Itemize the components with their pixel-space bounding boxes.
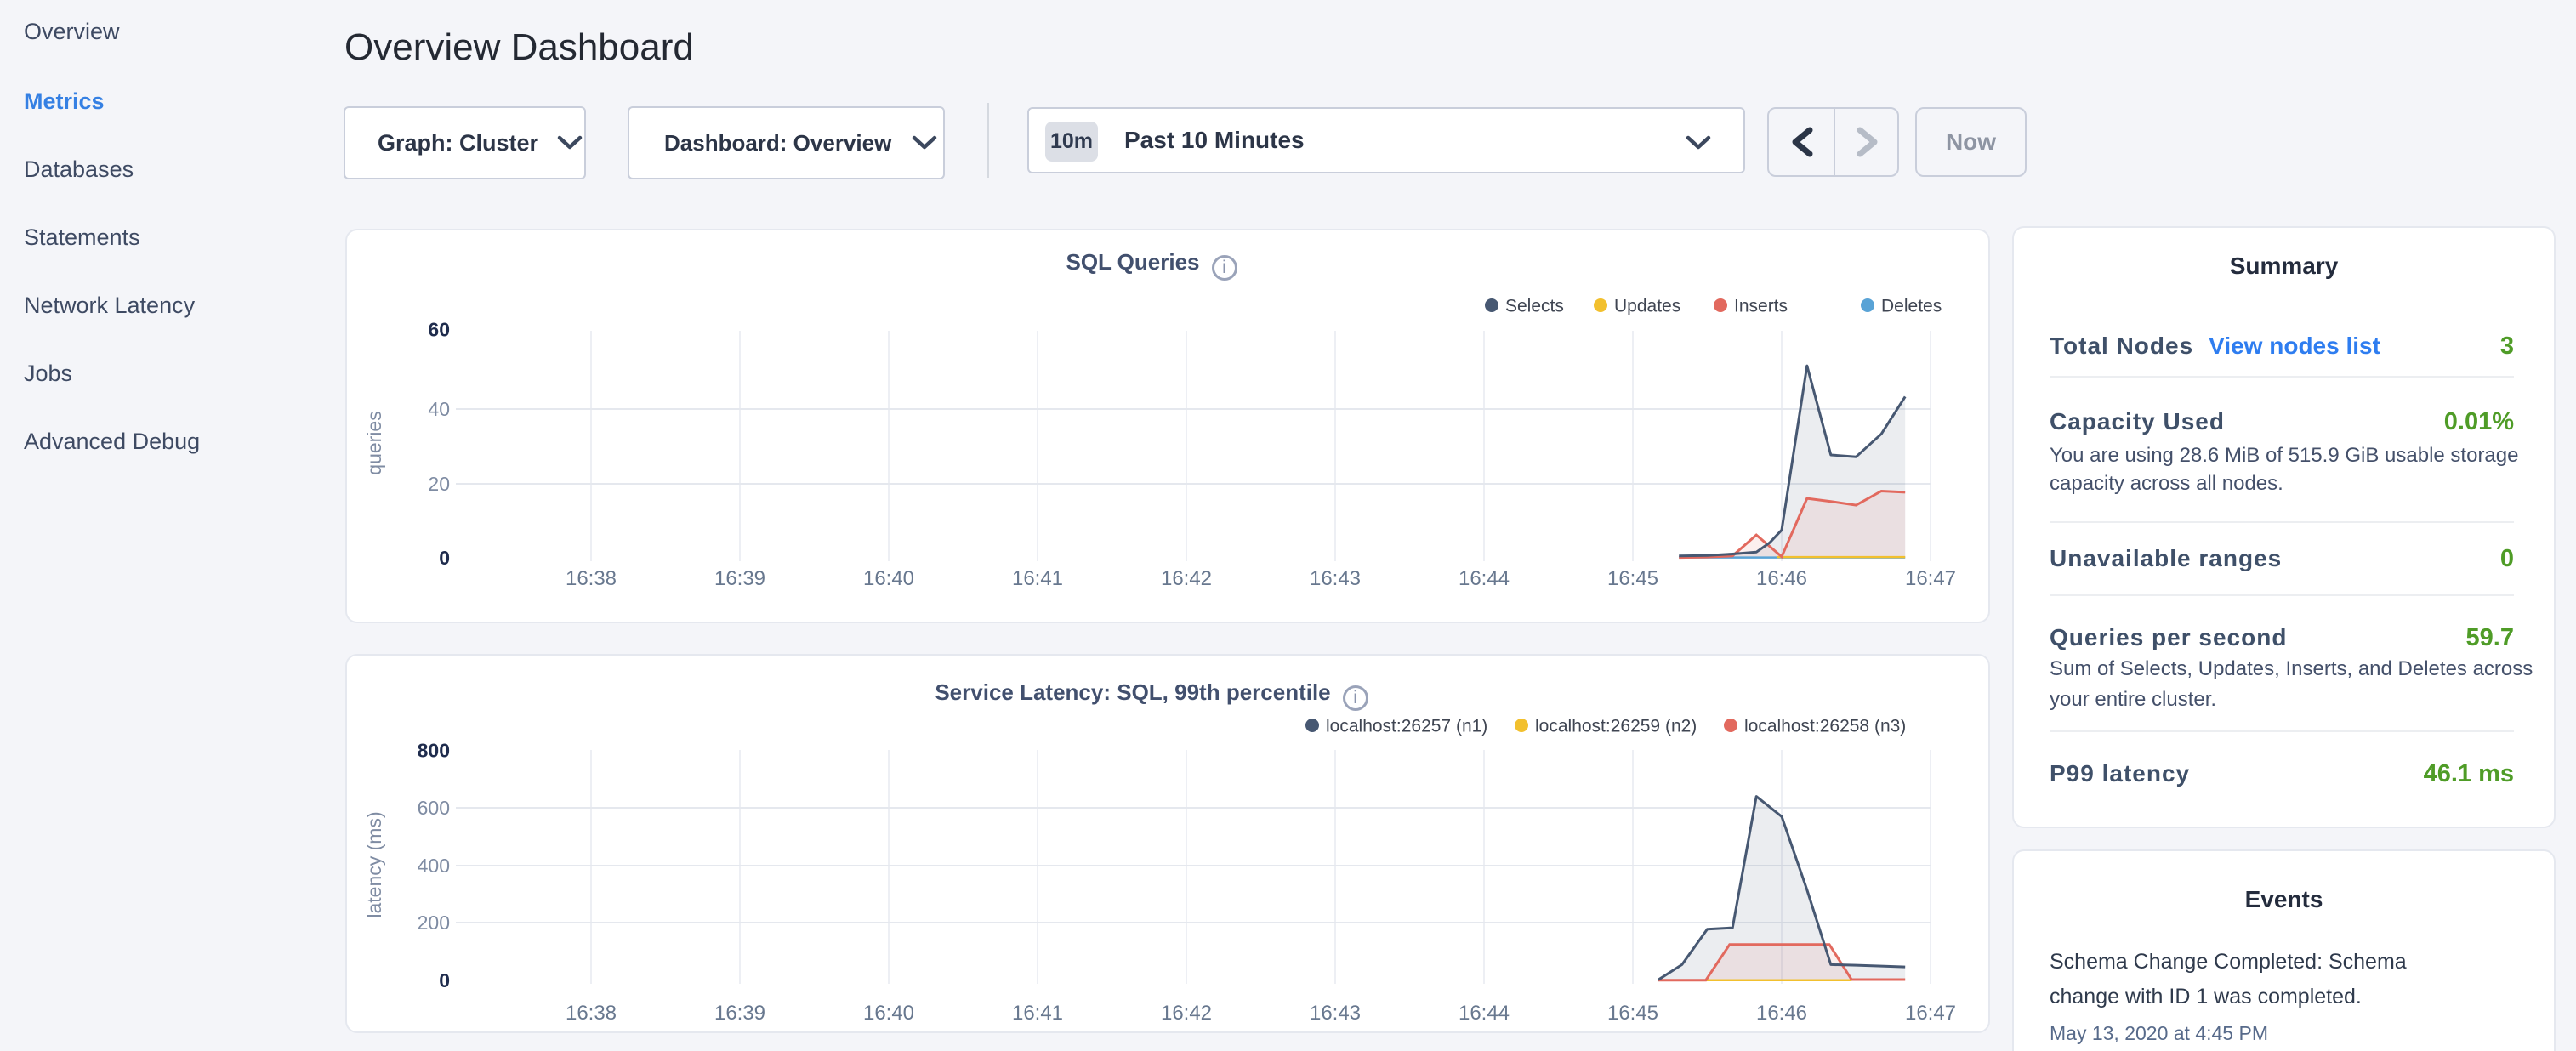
svg-text:16:44: 16:44	[1459, 1002, 1510, 1025]
svg-text:0: 0	[439, 547, 450, 569]
svg-text:16:40: 16:40	[863, 1002, 914, 1025]
svg-text:16:45: 16:45	[1607, 567, 1658, 590]
svg-text:40: 40	[428, 398, 450, 420]
svg-text:16:40: 16:40	[863, 567, 914, 590]
svg-text:latency (ms): latency (ms)	[363, 811, 385, 917]
svg-text:Selects: Selects	[1505, 297, 1564, 316]
svg-text:16:43: 16:43	[1310, 1002, 1361, 1025]
svg-text:800: 800	[418, 740, 450, 762]
svg-text:16:41: 16:41	[1012, 1002, 1063, 1025]
svg-text:16:43: 16:43	[1310, 567, 1361, 590]
svg-text:16:39: 16:39	[714, 1002, 765, 1025]
svg-text:16:42: 16:42	[1161, 567, 1212, 590]
svg-text:16:46: 16:46	[1756, 1002, 1807, 1025]
svg-text:600: 600	[418, 797, 450, 819]
svg-text:16:41: 16:41	[1012, 567, 1063, 590]
svg-text:0: 0	[439, 969, 450, 991]
svg-text:60: 60	[428, 319, 450, 341]
svg-text:20: 20	[428, 473, 450, 495]
svg-text:16:42: 16:42	[1161, 1002, 1212, 1025]
svg-text:16:38: 16:38	[566, 567, 617, 590]
svg-text:16:44: 16:44	[1459, 567, 1510, 590]
svg-text:16:47: 16:47	[1905, 1002, 1956, 1025]
svg-text:16:38: 16:38	[566, 1002, 617, 1025]
svg-text:localhost:26258 (n3): localhost:26258 (n3)	[1744, 717, 1906, 736]
svg-text:queries: queries	[363, 411, 385, 474]
svg-text:16:46: 16:46	[1756, 567, 1807, 590]
svg-text:200: 200	[418, 912, 450, 934]
svg-text:16:45: 16:45	[1607, 1002, 1658, 1025]
svg-text:Deletes: Deletes	[1881, 297, 1942, 316]
svg-text:localhost:26259 (n2): localhost:26259 (n2)	[1535, 717, 1697, 736]
svg-text:Updates: Updates	[1614, 297, 1680, 316]
svg-text:16:47: 16:47	[1905, 567, 1956, 590]
svg-text:localhost:26257 (n1): localhost:26257 (n1)	[1326, 717, 1487, 736]
svg-text:16:39: 16:39	[714, 567, 765, 590]
svg-text:Inserts: Inserts	[1734, 297, 1788, 316]
svg-text:400: 400	[418, 855, 450, 877]
